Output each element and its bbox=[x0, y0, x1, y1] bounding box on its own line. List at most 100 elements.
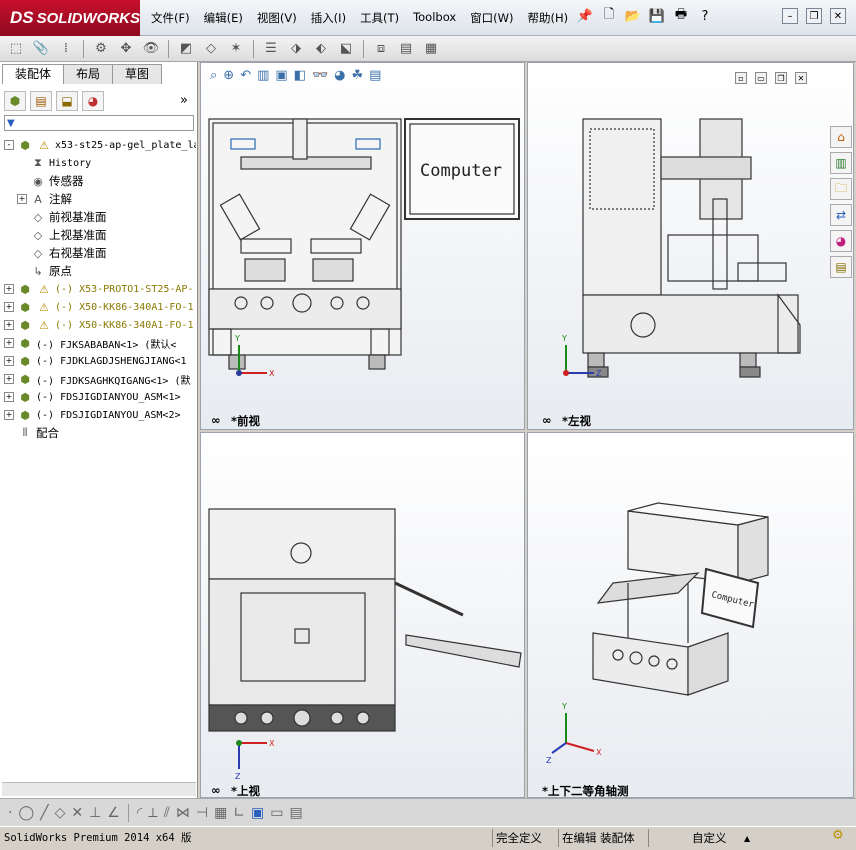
expand-toggle-icon[interactable]: + bbox=[4, 356, 14, 366]
view-orientation-icon[interactable]: ▣ bbox=[275, 68, 287, 83]
expand-toggle-icon[interactable]: + bbox=[4, 284, 14, 294]
tree-item[interactable]: + ⬢ ⚠ (-) X50-KK86-340A1-FO-1 bbox=[4, 316, 196, 334]
custom-properties-icon[interactable]: ▤ bbox=[830, 256, 852, 278]
rebuild-icon[interactable]: ⚙ bbox=[832, 828, 844, 843]
tree-filter-input[interactable]: ▼ bbox=[4, 115, 194, 131]
hide-show-items-icon[interactable]: 👓 bbox=[312, 68, 328, 83]
exploded-view-icon[interactable]: ⬗ bbox=[286, 39, 306, 59]
units-arrow-icon[interactable]: ▲ bbox=[744, 834, 750, 843]
bill-of-materials-icon[interactable]: ☰ bbox=[261, 39, 281, 59]
point-icon[interactable]: · bbox=[8, 805, 12, 821]
tree-item[interactable]: + ⬢ (-) FJDKLAGDJSHENGJIANG<1 bbox=[4, 352, 196, 370]
offset-entities-icon[interactable]: ⫽ bbox=[164, 805, 170, 821]
design-library-icon[interactable]: ▥ bbox=[830, 152, 852, 174]
restore-icon[interactable]: ❐ bbox=[806, 8, 822, 24]
angle-icon[interactable]: ∠ bbox=[107, 805, 120, 821]
expand-toggle-icon[interactable]: + bbox=[4, 302, 14, 312]
feature-tree-icon[interactable]: ⬢ bbox=[4, 91, 26, 111]
trim-icon[interactable]: ✕ bbox=[71, 805, 83, 821]
tree-item[interactable]: + ⬢ (-) FDSJIGDIANYOU_ASM<2> bbox=[4, 406, 196, 424]
reference-geometry-icon[interactable]: ◇ bbox=[201, 39, 221, 59]
linear-pattern-icon[interactable]: ⁞ bbox=[56, 39, 76, 59]
menu-window[interactable]: 窗口(W) bbox=[463, 8, 520, 28]
menu-help[interactable]: 帮助(H) bbox=[521, 8, 576, 28]
expand-toggle-icon[interactable]: + bbox=[4, 320, 14, 330]
solidworks-logo[interactable]: DS SOLIDWORKS bbox=[0, 0, 140, 36]
pin-icon[interactable]: 📌 bbox=[575, 6, 595, 26]
insert-component-icon[interactable]: ⬚ bbox=[6, 39, 26, 59]
zoom-to-area-icon[interactable]: ⊕ bbox=[223, 68, 234, 83]
more-tabs-chevron-icon[interactable]: » bbox=[180, 93, 188, 108]
close-viewport-icon[interactable]: ✕ bbox=[795, 72, 807, 84]
viewport-front[interactable]: Computer Y X ∞ *前视 bbox=[200, 62, 525, 430]
polygon-icon[interactable]: ◇ bbox=[55, 805, 66, 821]
show-hidden-icon[interactable]: 👁 bbox=[141, 39, 161, 59]
tree-item[interactable]: + A 注解 bbox=[4, 190, 196, 208]
tree-item[interactable]: ◇ 前视基准面 bbox=[4, 208, 196, 226]
tree-item[interactable]: + ⬢ (-) FDSJIGDIANYOU_ASM<1> bbox=[4, 388, 196, 406]
tab-assembly[interactable]: 装配体 bbox=[2, 64, 65, 84]
tree-item[interactable]: ↳ 原点 bbox=[4, 262, 196, 280]
mate-icon[interactable]: 📎 bbox=[31, 39, 51, 59]
tile-views-icon[interactable]: ▭ bbox=[755, 72, 767, 84]
move-component-icon[interactable]: ✥ bbox=[116, 39, 136, 59]
tab-layout[interactable]: 布局 bbox=[63, 64, 114, 84]
interference-icon[interactable]: ⧈ bbox=[371, 39, 391, 59]
view-window-icon[interactable]: ▭ bbox=[270, 805, 283, 821]
expand-toggle-icon[interactable]: + bbox=[4, 374, 14, 384]
tree-item[interactable]: ⫴ 配合 bbox=[4, 424, 196, 442]
mirror-entities-icon[interactable]: ⋈ bbox=[176, 805, 190, 821]
menu-view[interactable]: 视图(V) bbox=[250, 8, 304, 28]
tree-item[interactable]: ⧗ History bbox=[4, 154, 196, 172]
view-layout-icon[interactable]: ▤ bbox=[290, 805, 303, 821]
solidworks-resources-icon[interactable]: ⌂ bbox=[830, 126, 852, 148]
explode-line-icon[interactable]: ⬖ bbox=[311, 39, 331, 59]
viewport-isometric[interactable]: Computer Y X Z *上下二等角轴测 bbox=[527, 432, 854, 798]
apply-scene-icon[interactable]: ☘ bbox=[352, 68, 364, 83]
link-views-icon[interactable]: ▫ bbox=[735, 72, 747, 84]
print-icon[interactable]: 🖶 bbox=[671, 6, 691, 26]
viewport-left[interactable]: Y Z ∞ *左视 bbox=[527, 62, 854, 430]
open-folder-icon[interactable]: 📂 bbox=[623, 6, 643, 26]
3d-box-icon[interactable]: ▣ bbox=[251, 805, 264, 821]
tree-item[interactable]: + ⬢ (-) FJKSABABAN<1> (默认< bbox=[4, 334, 196, 352]
tree-item[interactable]: + ⬢ ⚠ (-) X53-PROTO1-ST25-AP- bbox=[4, 280, 196, 298]
minimize-icon[interactable]: – bbox=[782, 8, 798, 24]
previous-view-icon[interactable]: ↶ bbox=[240, 68, 251, 83]
sketch-fillet-icon[interactable]: ◜ bbox=[137, 805, 142, 821]
smart-fasteners-icon[interactable]: ⚙ bbox=[91, 39, 111, 59]
viewport-top[interactable]: X Z ∞ *上视 bbox=[200, 432, 525, 798]
menu-toolbox[interactable]: Toolbox bbox=[406, 8, 463, 28]
menu-insert[interactable]: 插入(I) bbox=[304, 8, 353, 28]
corner-icon[interactable]: ⊥ bbox=[89, 805, 101, 821]
display-style-icon[interactable]: ◧ bbox=[294, 68, 306, 83]
sketch-angle-icon[interactable]: ∟ bbox=[233, 805, 245, 821]
assembly-features-icon[interactable]: ◩ bbox=[176, 39, 196, 59]
edit-appearance-icon[interactable]: ◕ bbox=[334, 68, 345, 83]
zoom-to-fit-icon[interactable]: ⌕ bbox=[210, 68, 217, 83]
tree-item[interactable]: + ⬢ (-) FJDKSAGHKQIGANG<1> (默 bbox=[4, 370, 196, 388]
tree-item[interactable]: + ⬢ ⚠ (-) X50-KK86-340A1-FO-1 bbox=[4, 298, 196, 316]
section-view-icon[interactable]: ▥ bbox=[257, 68, 269, 83]
new-motion-study-icon[interactable]: ✶ bbox=[226, 39, 246, 59]
tree-horizontal-scrollbar[interactable] bbox=[2, 782, 196, 796]
tree-item[interactable]: ◉ 传感器 bbox=[4, 172, 196, 190]
expand-toggle-icon[interactable]: - bbox=[4, 140, 14, 150]
save-icon[interactable]: 💾 bbox=[647, 6, 667, 26]
view-settings-icon[interactable]: ▤ bbox=[369, 68, 381, 83]
tree-item[interactable]: ◇ 上视基准面 bbox=[4, 226, 196, 244]
configuration-manager-icon[interactable]: ⬓ bbox=[56, 91, 78, 111]
dimension-icon[interactable]: ⊣ bbox=[196, 805, 208, 821]
performance-evaluation-icon[interactable]: ▦ bbox=[421, 39, 441, 59]
expand-toggle-icon[interactable]: + bbox=[4, 392, 14, 402]
file-explorer-icon[interactable]: 🗀 bbox=[830, 178, 852, 200]
convert-entities-icon[interactable]: ⟂ bbox=[148, 805, 157, 821]
close-icon[interactable]: ✕ bbox=[830, 8, 846, 24]
expand-toggle-icon[interactable]: + bbox=[4, 338, 14, 348]
property-manager-icon[interactable]: ▤ bbox=[30, 91, 52, 111]
tree-item[interactable]: ◇ 右视基准面 bbox=[4, 244, 196, 262]
restore-viewport-icon[interactable]: ❐ bbox=[775, 72, 787, 84]
menu-tools[interactable]: 工具(T) bbox=[353, 8, 406, 28]
help-icon[interactable]: ? bbox=[695, 6, 715, 26]
expand-toggle-icon[interactable]: + bbox=[4, 410, 14, 420]
